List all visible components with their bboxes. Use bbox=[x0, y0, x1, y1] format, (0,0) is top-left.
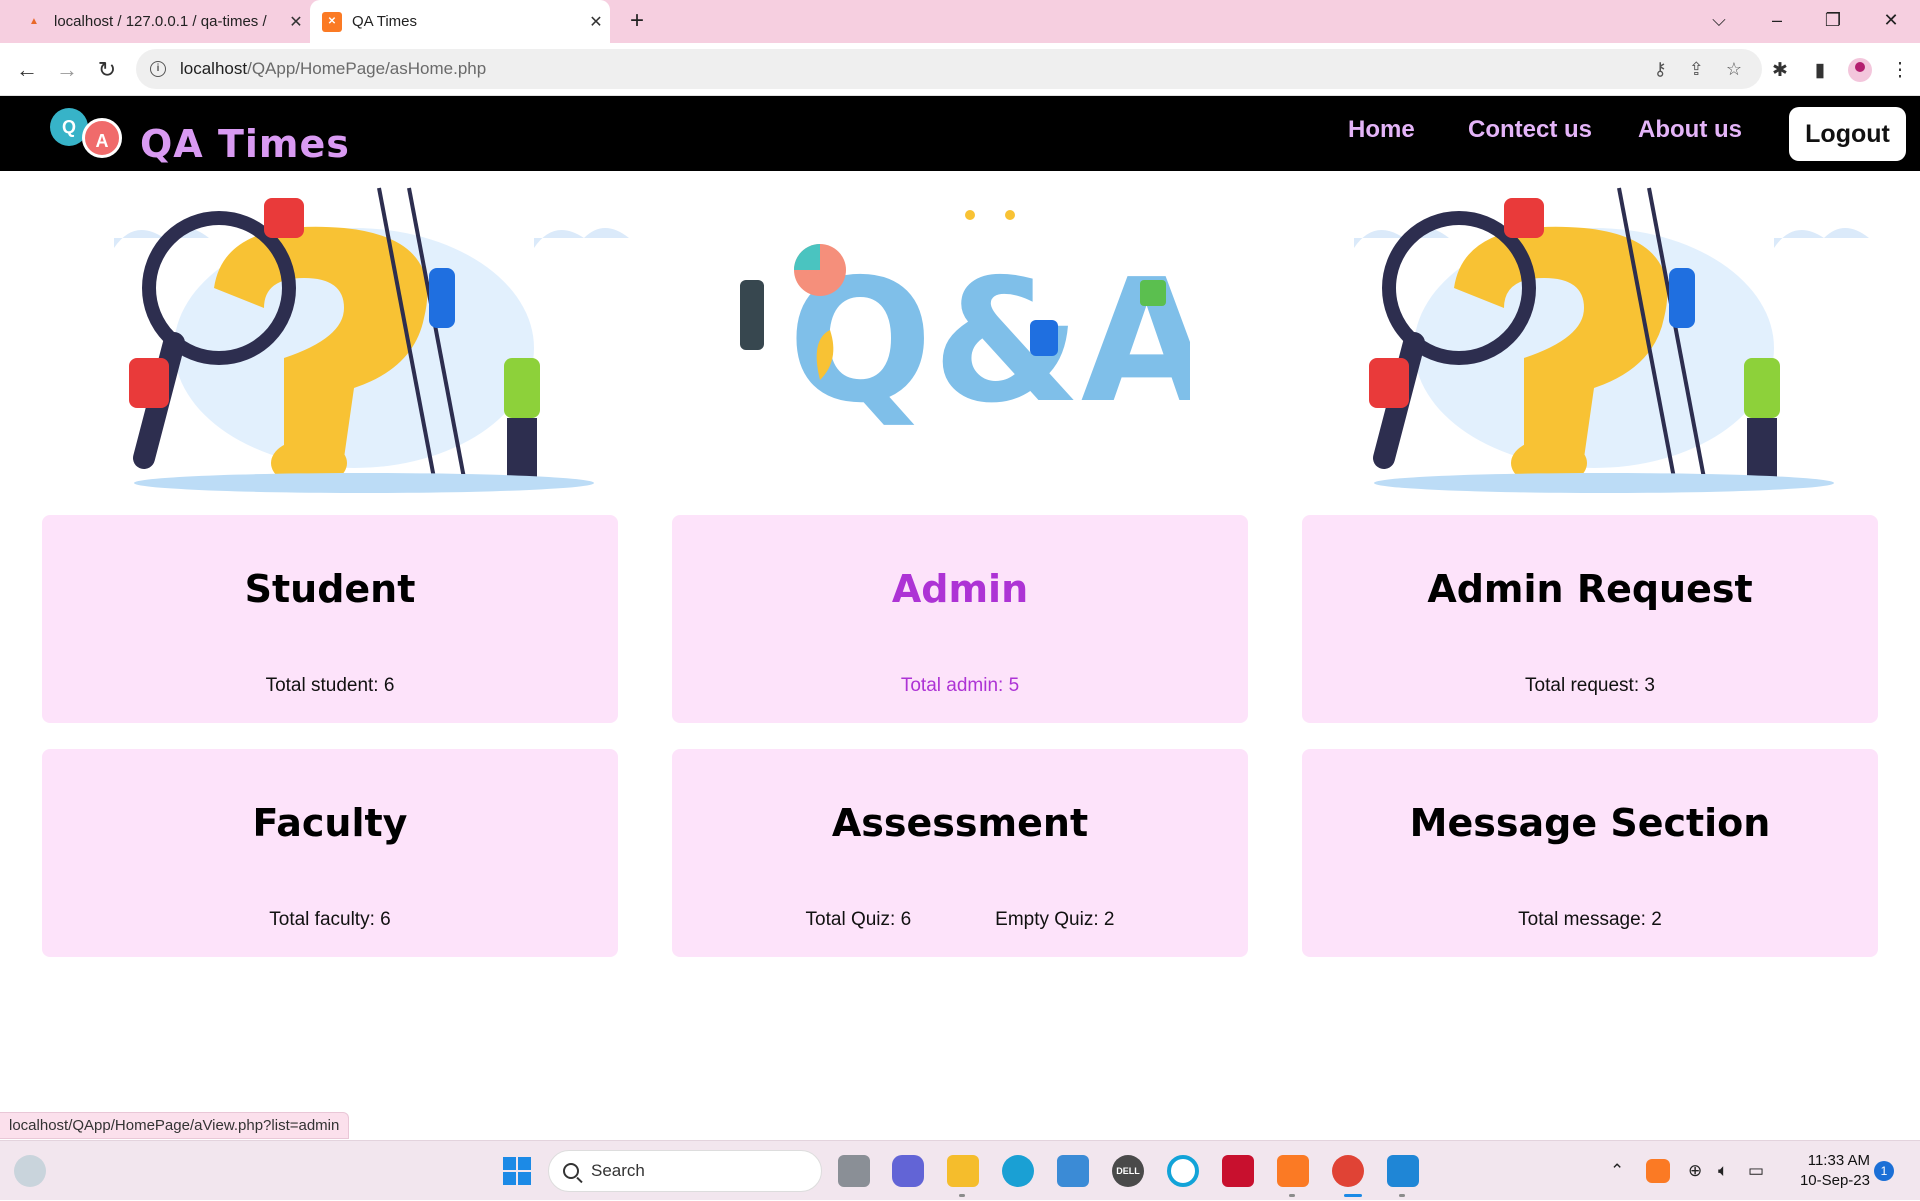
windows-taskbar: Search DELL ⌃ ⊕ 🔈︎ ▭ 11:33 AM 10-Sep-23 … bbox=[0, 1140, 1920, 1200]
card-stat: Total admin: 5 bbox=[900, 675, 1020, 696]
tab-title: localhost / 127.0.0.1 / qa-times / bbox=[54, 13, 267, 30]
address-bar[interactable]: i localhost /QApp/HomePage/asHome.php ⚷ … bbox=[136, 49, 1762, 89]
taskbar-clock[interactable]: 11:33 AM 10-Sep-23 bbox=[1780, 1151, 1870, 1191]
qa-letters-illustration: Q&A bbox=[730, 210, 1190, 470]
share-icon[interactable]: ⇪ bbox=[1689, 59, 1704, 80]
card-title: Faculty bbox=[252, 801, 408, 845]
running-indicator bbox=[1289, 1194, 1295, 1197]
card-stat: Total message: 2 bbox=[1518, 909, 1662, 930]
url-path: /QApp/HomePage/asHome.php bbox=[247, 59, 487, 78]
url-host: localhost bbox=[180, 59, 248, 78]
weather-icon[interactable] bbox=[14, 1155, 46, 1187]
forward-arrow-icon[interactable]: → bbox=[50, 53, 84, 87]
brand-title[interactable]: QA Times bbox=[140, 122, 350, 166]
tab-qa-times[interactable]: ✕ QA Times ✕ bbox=[310, 0, 610, 43]
card-title: Assessment bbox=[831, 801, 1089, 845]
empty-quiz-stat: Empty Quiz: 2 bbox=[995, 909, 1115, 930]
card-title: Message Section bbox=[1409, 801, 1771, 845]
search-icon bbox=[563, 1163, 579, 1179]
xampp-icon: ✕ bbox=[322, 11, 342, 32]
edge-browser-icon[interactable] bbox=[1002, 1155, 1034, 1187]
alexa-icon[interactable] bbox=[1167, 1155, 1199, 1187]
back-arrow-icon[interactable]: ← bbox=[10, 53, 44, 87]
browser-tab-strip: ▲ localhost / 127.0.0.1 / qa-times / ✕ ✕… bbox=[0, 0, 1920, 43]
admin-card[interactable]: Admin Total admin: 5 bbox=[672, 515, 1248, 723]
phpmyadmin-icon: ▲ bbox=[29, 16, 39, 27]
site-navbar: Q A QA Times Home Contect us About us Lo… bbox=[0, 96, 1920, 171]
xampp-icon[interactable] bbox=[1277, 1155, 1309, 1187]
mcafee-icon[interactable] bbox=[1222, 1155, 1254, 1187]
restore-button[interactable]: ❐ bbox=[1808, 0, 1858, 40]
dell-icon[interactable]: DELL bbox=[1112, 1155, 1144, 1187]
card-stat: Total faculty: 6 bbox=[269, 909, 391, 930]
taskbar-search-input[interactable]: Search bbox=[548, 1150, 822, 1192]
minimize-button[interactable]: – bbox=[1752, 0, 1802, 40]
qa-banner-text: Q&A bbox=[788, 243, 1190, 441]
close-window-button[interactable]: ✕ bbox=[1866, 0, 1916, 40]
running-indicator bbox=[959, 1194, 965, 1197]
site-info-icon[interactable]: i bbox=[150, 61, 166, 77]
teams-chat-icon[interactable] bbox=[892, 1155, 924, 1187]
clock-time: 11:33 AM bbox=[1807, 1152, 1870, 1169]
microsoft-store-icon[interactable] bbox=[1057, 1155, 1089, 1187]
faculty-card[interactable]: Faculty Total faculty: 6 bbox=[42, 749, 618, 957]
qa-logo-icon[interactable]: Q A bbox=[50, 108, 126, 158]
profile-avatar[interactable] bbox=[1848, 58, 1872, 82]
search-label: Search bbox=[591, 1161, 645, 1180]
card-stat: Total request: 3 bbox=[1525, 675, 1655, 696]
assessment-card[interactable]: Assessment Total Quiz: 6 Empty Quiz: 2 bbox=[672, 749, 1248, 957]
tab-search-chevron-icon[interactable]: ⌵ bbox=[1694, 0, 1744, 40]
nav-home-link[interactable]: Home bbox=[1348, 116, 1415, 144]
browser-toolbar: ← → ↻ i localhost /QApp/HomePage/asHome.… bbox=[0, 43, 1920, 96]
network-globe-icon[interactable]: ⊕ bbox=[1688, 1141, 1702, 1201]
tab-title: QA Times bbox=[352, 13, 418, 30]
card-title: Admin bbox=[891, 567, 1029, 611]
nav-contact-link[interactable]: Contect us bbox=[1468, 116, 1592, 144]
notification-badge[interactable]: 1 bbox=[1874, 1161, 1894, 1181]
nav-about-link[interactable]: About us bbox=[1638, 116, 1742, 144]
question-mark-illustration bbox=[1274, 178, 1886, 498]
message-section-card[interactable]: Message Section Total message: 2 bbox=[1302, 749, 1878, 957]
clock-date: 10-Sep-23 bbox=[1799, 1172, 1870, 1189]
logout-button[interactable]: Logout bbox=[1789, 107, 1906, 161]
more-menu-icon[interactable]: ⋮ bbox=[1880, 59, 1920, 82]
close-tab-icon[interactable]: ✕ bbox=[282, 12, 310, 32]
task-view-icon[interactable] bbox=[838, 1155, 870, 1187]
total-quiz-stat: Total Quiz: 6 bbox=[805, 909, 912, 930]
running-indicator bbox=[1344, 1194, 1362, 1197]
vscode-icon[interactable] bbox=[1387, 1155, 1419, 1187]
card-stat: Total student: 6 bbox=[265, 675, 395, 696]
extensions-puzzle-icon[interactable]: ✱ bbox=[1760, 59, 1800, 82]
new-tab-button[interactable]: + bbox=[622, 6, 652, 36]
chrome-icon[interactable] bbox=[1332, 1155, 1364, 1187]
key-icon[interactable]: ⚷ bbox=[1654, 59, 1667, 80]
admin-request-card[interactable]: Admin Request Total request: 3 bbox=[1302, 515, 1878, 723]
bookmark-star-icon[interactable]: ☆ bbox=[1726, 59, 1742, 80]
side-panel-icon[interactable]: ▮ bbox=[1800, 59, 1840, 82]
card-title: Admin Request bbox=[1427, 567, 1753, 611]
show-hidden-icons-chevron-icon[interactable]: ⌃ bbox=[1610, 1141, 1624, 1201]
question-mark-illustration bbox=[34, 178, 646, 498]
student-card[interactable]: Student Total student: 6 bbox=[42, 515, 618, 723]
windows-start-icon[interactable] bbox=[501, 1155, 533, 1187]
reload-icon[interactable]: ↻ bbox=[90, 53, 124, 87]
file-explorer-icon[interactable] bbox=[947, 1155, 979, 1187]
card-title: Student bbox=[244, 567, 416, 611]
xampp-tray-icon[interactable] bbox=[1646, 1159, 1670, 1183]
link-status-bar: localhost/QApp/HomePage/aView.php?list=a… bbox=[0, 1112, 350, 1139]
running-indicator bbox=[1399, 1194, 1405, 1197]
close-tab-icon[interactable]: ✕ bbox=[582, 12, 610, 32]
volume-icon[interactable]: 🔈︎ bbox=[1718, 1141, 1728, 1201]
tab-phpmyadmin[interactable]: ▲ localhost / 127.0.0.1 / qa-times / ✕ bbox=[12, 0, 310, 43]
battery-icon[interactable]: ▭ bbox=[1748, 1141, 1764, 1201]
